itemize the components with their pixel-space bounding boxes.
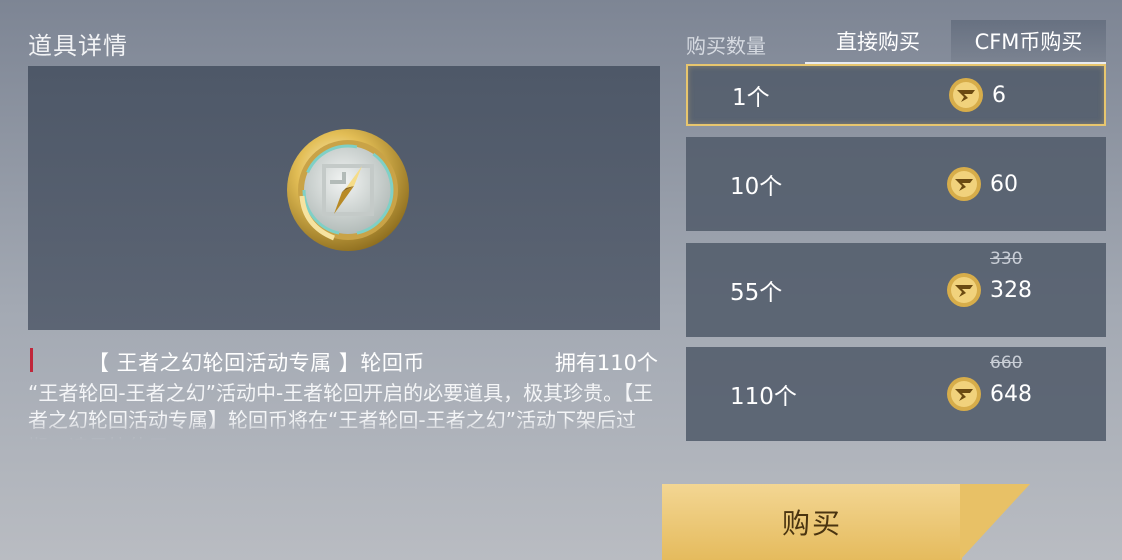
- option-price: 648: [946, 376, 1032, 412]
- option-quantity: 55个: [730, 280, 783, 306]
- buy-label: 购买: [781, 507, 842, 540]
- cfm-coin-icon: [947, 377, 981, 411]
- option-1[interactable]: 1个 6: [686, 64, 1106, 126]
- item-name: 【 王者之幻轮回活动专属 】轮回币: [88, 351, 425, 375]
- cfm-coin-icon: [947, 167, 981, 201]
- title-marker: [30, 348, 33, 372]
- option-price: 6: [948, 77, 1006, 113]
- original-price: 660: [990, 353, 1023, 373]
- option-quantity: 10个: [730, 174, 783, 200]
- option-quantity: 1个: [732, 85, 770, 111]
- tab-cfm-coin-purchase[interactable]: CFM币购买: [951, 20, 1106, 62]
- price-value: 648: [990, 381, 1032, 407]
- price-value: 6: [992, 82, 1006, 108]
- quantity-header: 购买数量: [686, 34, 766, 58]
- option-55[interactable]: 330 55个 328: [686, 243, 1106, 337]
- option-price: 60: [946, 166, 1018, 202]
- price-value: 328: [990, 277, 1032, 303]
- cfm-coin-icon: [949, 78, 983, 112]
- buy-button-area: 购买: [662, 484, 1122, 560]
- buy-button[interactable]: 购买: [662, 484, 962, 560]
- buy-button-edge: [960, 484, 1030, 560]
- tab-direct-purchase[interactable]: 直接购买: [805, 20, 951, 62]
- option-110[interactable]: 660 110个 648: [686, 347, 1106, 441]
- option-price: 328: [946, 272, 1032, 308]
- option-quantity: 110个: [730, 384, 797, 410]
- cfm-coin-icon: [947, 273, 981, 307]
- owned-count: 拥有110个: [554, 351, 658, 375]
- page-title: 道具详情: [28, 32, 128, 60]
- option-10[interactable]: 10个 60: [686, 137, 1106, 231]
- item-name-row: 【 王者之幻轮回活动专属 】轮回币 拥有110个: [28, 344, 660, 378]
- price-value: 60: [990, 171, 1018, 197]
- original-price: 330: [990, 249, 1023, 269]
- item-description: “王者轮回-王者之幻”活动中-王者轮回开启的必要道具，极其珍贵。【王者之幻轮回活…: [28, 381, 654, 440]
- compass-coin-icon: [284, 126, 412, 254]
